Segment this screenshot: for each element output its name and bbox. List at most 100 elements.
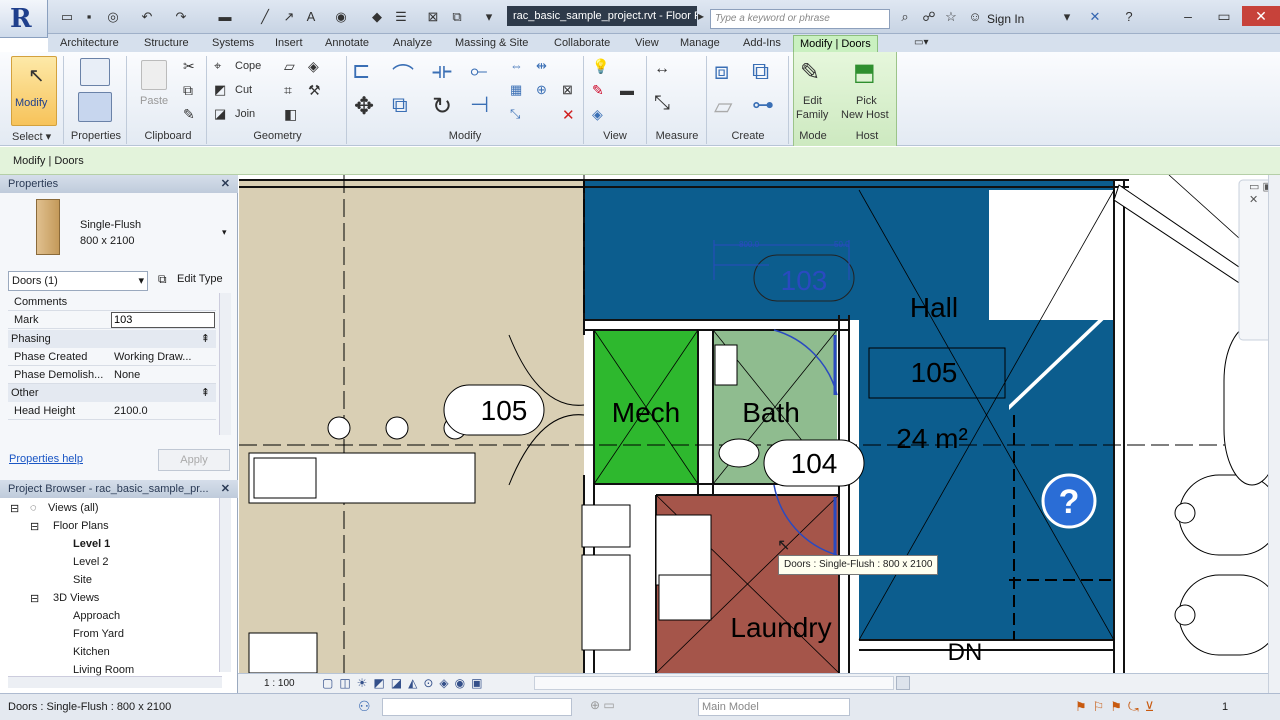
split-face-icon[interactable]: ▱ <box>284 58 295 75</box>
paste-icon[interactable] <box>141 60 167 90</box>
tab-structure[interactable]: Structure <box>144 35 189 51</box>
tab-add-ins[interactable]: Add-Ins <box>743 35 781 51</box>
maximize-button[interactable]: ▭ <box>1206 6 1242 26</box>
vertical-scrollbar[interactable] <box>1268 175 1280 693</box>
measure-between-icon[interactable]: ↔ <box>654 60 670 78</box>
tab-collaborate[interactable]: Collaborate <box>554 35 610 51</box>
create-assembly-icon[interactable]: ⧈ <box>714 58 729 86</box>
join-label[interactable]: Join <box>235 108 255 120</box>
tab-annotate[interactable]: Annotate <box>325 35 369 51</box>
tab-architecture[interactable]: Architecture <box>60 35 119 51</box>
tab-modify-doors[interactable]: Modify | Doors <box>793 35 878 52</box>
create-group-icon[interactable]: ▱ <box>714 92 732 121</box>
dimension-icon[interactable]: ↗ <box>280 9 298 25</box>
drawing-area[interactable]: 105 103 104 Mech Bath Hall 105 24 m² Lau… <box>239 175 1280 673</box>
tree-item-views-all[interactable]: Views (all) <box>48 502 99 514</box>
group-phasing[interactable]: Phasing ⇞ <box>8 330 216 348</box>
instance-filter-select[interactable]: Doors (1) ▾ <box>8 271 148 291</box>
measure-along-icon[interactable]: ⤡ <box>654 92 670 115</box>
tab-analyze[interactable]: Analyze <box>393 35 432 51</box>
view-scale[interactable]: 1 : 100 <box>264 678 295 689</box>
tree-toggle-3d-views[interactable]: ⊟ <box>30 592 39 605</box>
mirror-axis-icon[interactable]: ⟛ <box>432 58 452 84</box>
horizontal-scrollbar[interactable] <box>534 676 894 690</box>
create-similar-icon[interactable]: ⊶ <box>752 92 774 118</box>
mirror-draw-icon[interactable]: ⟜ <box>470 58 488 84</box>
close-hidden-icon[interactable]: ⊠ <box>424 9 442 25</box>
view-control-icons[interactable]: ▢◫☀◩◪◭⊙◈◉▣ <box>322 676 488 690</box>
worksharing-icon[interactable]: ⚇ <box>358 698 371 715</box>
cut-geometry-icon[interactable]: ◩ <box>214 82 226 98</box>
split-element-icon[interactable]: ⇔ <box>510 58 523 73</box>
override-graphics-icon[interactable]: ✎ <box>592 82 604 99</box>
apply-button[interactable]: Apply <box>158 449 230 471</box>
sync-icon[interactable]: ◎ <box>104 9 122 25</box>
tree-item-approach[interactable]: Approach <box>73 610 120 622</box>
properties-help-link[interactable]: Properties help <box>9 453 83 465</box>
linework-icon[interactable]: ◈ <box>592 106 603 123</box>
tab-systems[interactable]: Systems <box>212 35 254 51</box>
close-button[interactable]: ✕ <box>1242 6 1280 26</box>
cope-icon[interactable]: ⌖ <box>214 58 221 74</box>
design-option-select[interactable]: Main Model <box>698 698 850 716</box>
close-browser-icon[interactable]: ✕ <box>221 480 230 498</box>
create-parts-icon[interactable]: ⧉ <box>752 58 769 86</box>
favorites-star-icon[interactable]: ☆ <box>942 9 960 25</box>
tree-item-level-1[interactable]: Level 1 <box>73 538 110 550</box>
match-properties-icon[interactable]: ✎ <box>183 106 195 123</box>
unpin-icon[interactable]: ⇹ <box>536 58 547 74</box>
tree-toggle-views[interactable]: ⊟ <box>10 502 19 515</box>
mark-input[interactable] <box>111 312 215 328</box>
binoculars-icon[interactable]: ⌕ <box>896 9 914 25</box>
type-selector-dropdown-icon[interactable]: ▾ <box>222 227 227 238</box>
edit-type-button[interactable]: Edit Type <box>177 273 223 285</box>
wall-join-icon[interactable]: ⌗ <box>284 82 292 99</box>
edit-family-label-1[interactable]: Edit <box>803 95 822 107</box>
tree-item-3d-views[interactable]: 3D Views <box>53 592 99 604</box>
scale-icon[interactable]: ⤡ <box>510 106 520 122</box>
properties-scrollbar[interactable] <box>219 293 231 435</box>
switch-windows-icon[interactable]: ⧉ <box>448 9 466 25</box>
paint-icon[interactable]: ◈ <box>308 58 319 75</box>
array-icon[interactable]: ▦ <box>510 82 522 98</box>
copy-icon[interactable]: ⧉ <box>183 82 193 99</box>
redo-icon[interactable]: ↷ <box>172 9 190 25</box>
help-icon[interactable]: ? <box>1120 9 1138 25</box>
3d-view-icon[interactable]: ◉ <box>332 9 350 25</box>
tree-item-living-room[interactable]: Living Room <box>73 664 134 676</box>
help-search-input[interactable]: Type a keyword or phrase <box>710 9 890 29</box>
print-icon[interactable]: ▬ <box>216 9 234 25</box>
tree-item-level-2[interactable]: Level 2 <box>73 556 108 568</box>
tree-item-site[interactable]: Site <box>73 574 92 586</box>
delete-icon[interactable]: ✕ <box>562 106 575 124</box>
copy-element-icon[interactable]: ⧉ <box>392 92 408 118</box>
offset-icon[interactable]: ⌒ <box>392 58 414 90</box>
edit-family-label-2[interactable]: Family <box>796 109 828 121</box>
section-icon[interactable]: ◆ <box>368 9 386 25</box>
trim-extend-icon[interactable]: ⊣ <box>470 92 489 118</box>
ribbon-minimize-icon[interactable]: ▭▾ <box>914 35 928 51</box>
select-panel-label[interactable]: Select ▾ <box>12 130 51 143</box>
measure-icon[interactable]: ╱ <box>256 9 274 25</box>
view-more-icon[interactable]: ▬ <box>620 82 634 98</box>
tab-insert[interactable]: Insert <box>275 35 303 51</box>
pick-new-host-icon[interactable]: ⬒ <box>853 58 876 87</box>
tree-item-floor-plans[interactable]: Floor Plans <box>53 520 109 532</box>
text-icon[interactable]: A <box>302 9 320 25</box>
tree-toggle-floor-plans[interactable]: ⊟ <box>30 520 39 533</box>
pin-icon[interactable]: ⊕ <box>536 82 547 98</box>
application-menu-button[interactable]: R <box>0 0 48 38</box>
close-properties-icon[interactable]: ✕ <box>221 175 230 193</box>
workset-select[interactable] <box>382 698 572 716</box>
exchange-apps-icon[interactable]: ✕ <box>1086 9 1104 25</box>
trim-multiple-icon[interactable]: ⊠ <box>562 82 573 98</box>
join-icon[interactable]: ◪ <box>214 106 226 122</box>
sign-in-button[interactable]: Sign In <box>987 12 1024 26</box>
cut-label[interactable]: Cut <box>235 84 252 96</box>
subscription-icon[interactable]: ☍ <box>920 9 938 25</box>
tab-manage[interactable]: Manage <box>680 35 720 51</box>
browser-scrollbar[interactable] <box>219 498 231 672</box>
tab-massing-site[interactable]: Massing & Site <box>455 35 528 51</box>
cut-clipboard-icon[interactable]: ✂ <box>183 58 195 75</box>
signin-dropdown-icon[interactable]: ▾ <box>1058 9 1076 25</box>
